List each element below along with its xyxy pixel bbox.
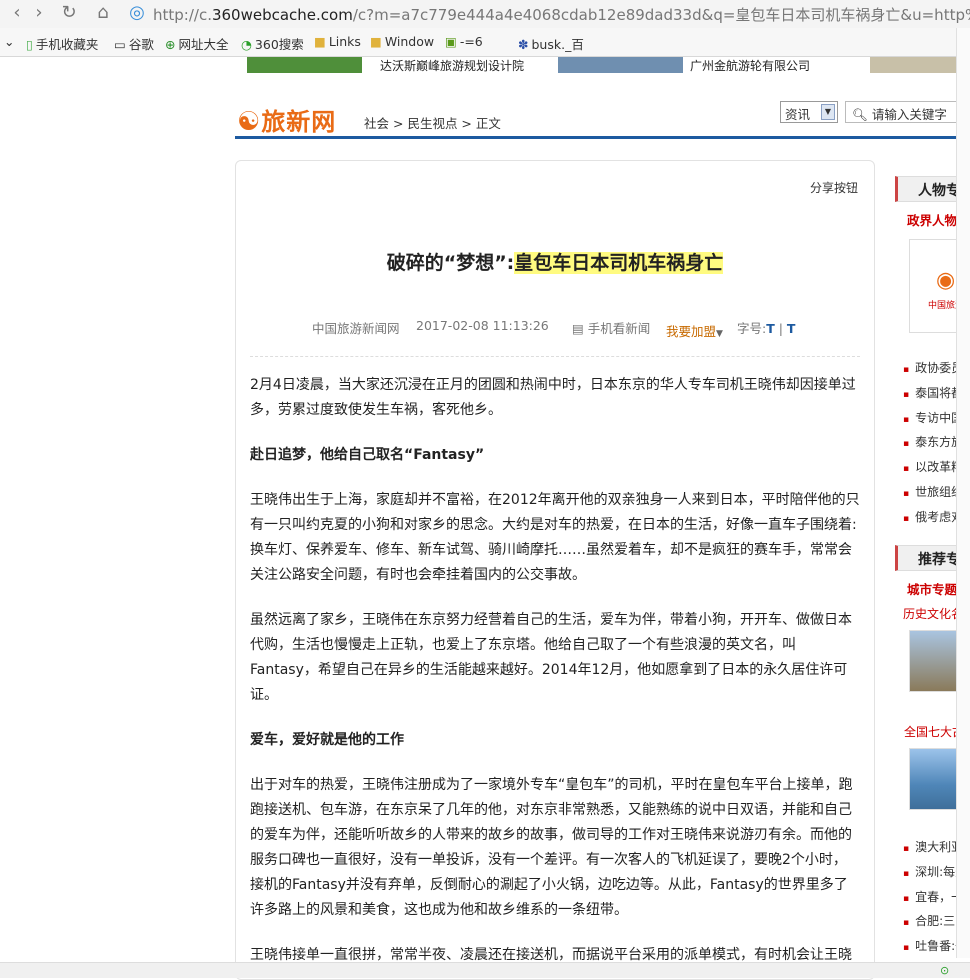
status-bar: ⊙ bbox=[0, 962, 970, 978]
meta-divider bbox=[250, 356, 860, 357]
breadcrumb-link[interactable]: 社会 bbox=[364, 116, 389, 131]
chevron-down-icon: ▼ bbox=[716, 329, 723, 339]
banner-ad-text[interactable]: 广州金航游轮有限公司 bbox=[690, 57, 810, 73]
url-input[interactable]: http://c.360webcache.com/c?m=a7c779e444a… bbox=[153, 4, 970, 25]
site-icon: ◎ bbox=[129, 2, 145, 23]
favorite-item[interactable]: ▣ -=6 bbox=[445, 34, 483, 49]
header-divider bbox=[235, 136, 970, 139]
banner-ad-image[interactable] bbox=[870, 57, 960, 73]
phone-icon: ▤ bbox=[572, 321, 584, 336]
favorite-item[interactable]: ◔ 360搜索 bbox=[241, 34, 304, 53]
forward-icon[interactable]: › bbox=[28, 2, 50, 24]
article-subheading: 赴日追梦，他给自己取名“Fantasy” bbox=[250, 447, 485, 463]
channel-select[interactable]: 资讯 ▼ bbox=[780, 101, 838, 123]
address-bar-area: ‹ › ↻ ⌂ ◎ http://c.360webcache.com/c?m=a… bbox=[0, 0, 970, 28]
share-button[interactable]: 分享按钮 bbox=[810, 179, 858, 196]
favorites-chevron-icon[interactable]: ⌄ bbox=[4, 34, 14, 49]
breadcrumb-current: 正文 bbox=[475, 116, 501, 131]
article-datetime: 2017-02-08 11:13:26 bbox=[416, 318, 549, 333]
article-source: 中国旅游新闻网 bbox=[312, 321, 400, 336]
logo-mark-icon: ☯ bbox=[237, 107, 262, 137]
favorite-item[interactable]: ▯ 手机收藏夹 bbox=[26, 34, 98, 53]
vertical-scrollbar[interactable] bbox=[956, 28, 970, 958]
breadcrumb: 社会 > 民生视点 > 正文 bbox=[364, 116, 501, 131]
article-paragraph: 2月4日凌晨，当大家还沉浸在正月的团圆和热闹中时，日本东京的华人专车司机王晓伟却… bbox=[250, 377, 856, 418]
favorite-item[interactable]: ■ Links bbox=[314, 34, 361, 49]
site-logo[interactable]: ☯旅新网 bbox=[237, 102, 336, 137]
back-icon[interactable]: ‹ bbox=[6, 2, 28, 24]
article-paragraph: 王晓伟出生于上海，家庭却并不富裕，在2012年离开他的双亲独身一人来到日本，平时… bbox=[250, 492, 860, 583]
search-input[interactable]: 🔍︎ 请输入关键字 bbox=[845, 101, 970, 123]
home-icon[interactable]: ⌂ bbox=[92, 2, 114, 24]
banner-ad-image[interactable] bbox=[247, 57, 362, 73]
logo-mark-icon: ◉ bbox=[936, 268, 956, 293]
search-icon: 🔍︎ bbox=[852, 107, 868, 122]
banner-ad-image[interactable] bbox=[558, 57, 683, 73]
play-icon[interactable]: ⊙ bbox=[940, 964, 949, 977]
chevron-down-icon: ▼ bbox=[821, 104, 835, 120]
article-subheading: 爱车，爱好就是他的工作 bbox=[250, 732, 404, 748]
favorite-item[interactable]: ⊕ 网址大全 bbox=[165, 34, 229, 53]
font-size-small-button[interactable]: T bbox=[787, 321, 796, 336]
mobile-news-link[interactable]: ▤ 手机看新闻 bbox=[572, 318, 650, 337]
favorite-item[interactable]: ■ Window bbox=[370, 34, 434, 49]
font-size-large-button[interactable]: T bbox=[766, 321, 775, 336]
article-paragraph: 虽然远离了家乡，王晓伟在东京努力经营着自己的生活，爱车为伴，带着小狗，开开车、做… bbox=[250, 612, 852, 703]
breadcrumb-link[interactable]: 民生视点 bbox=[407, 116, 457, 131]
favorite-item[interactable]: ▭ 谷歌 bbox=[114, 34, 154, 53]
refresh-icon[interactable]: ↻ bbox=[58, 2, 80, 24]
banner-ad-text[interactable]: 达沃斯巅峰旅游规划设计院 bbox=[380, 57, 524, 73]
favorite-item[interactable]: ✽ busk._百 bbox=[518, 34, 584, 53]
article-title: 破碎的“梦想”:皇包车日本司机车祸身亡 bbox=[386, 252, 724, 274]
join-dropdown[interactable]: 我要加盟▼ bbox=[666, 321, 723, 340]
article-paragraph: 出于对车的热爱，王晓伟注册成为了一家境外专车“皇包车”的司机，平时在皇包车平台上… bbox=[250, 777, 853, 918]
font-size-control: 字号:T | T bbox=[737, 321, 796, 336]
article-paragraph: 王晓伟接单一直很拼，常常半夜、凌晨还在接送机，而据说平台采用的派单模式，有时机会… bbox=[250, 947, 852, 962]
